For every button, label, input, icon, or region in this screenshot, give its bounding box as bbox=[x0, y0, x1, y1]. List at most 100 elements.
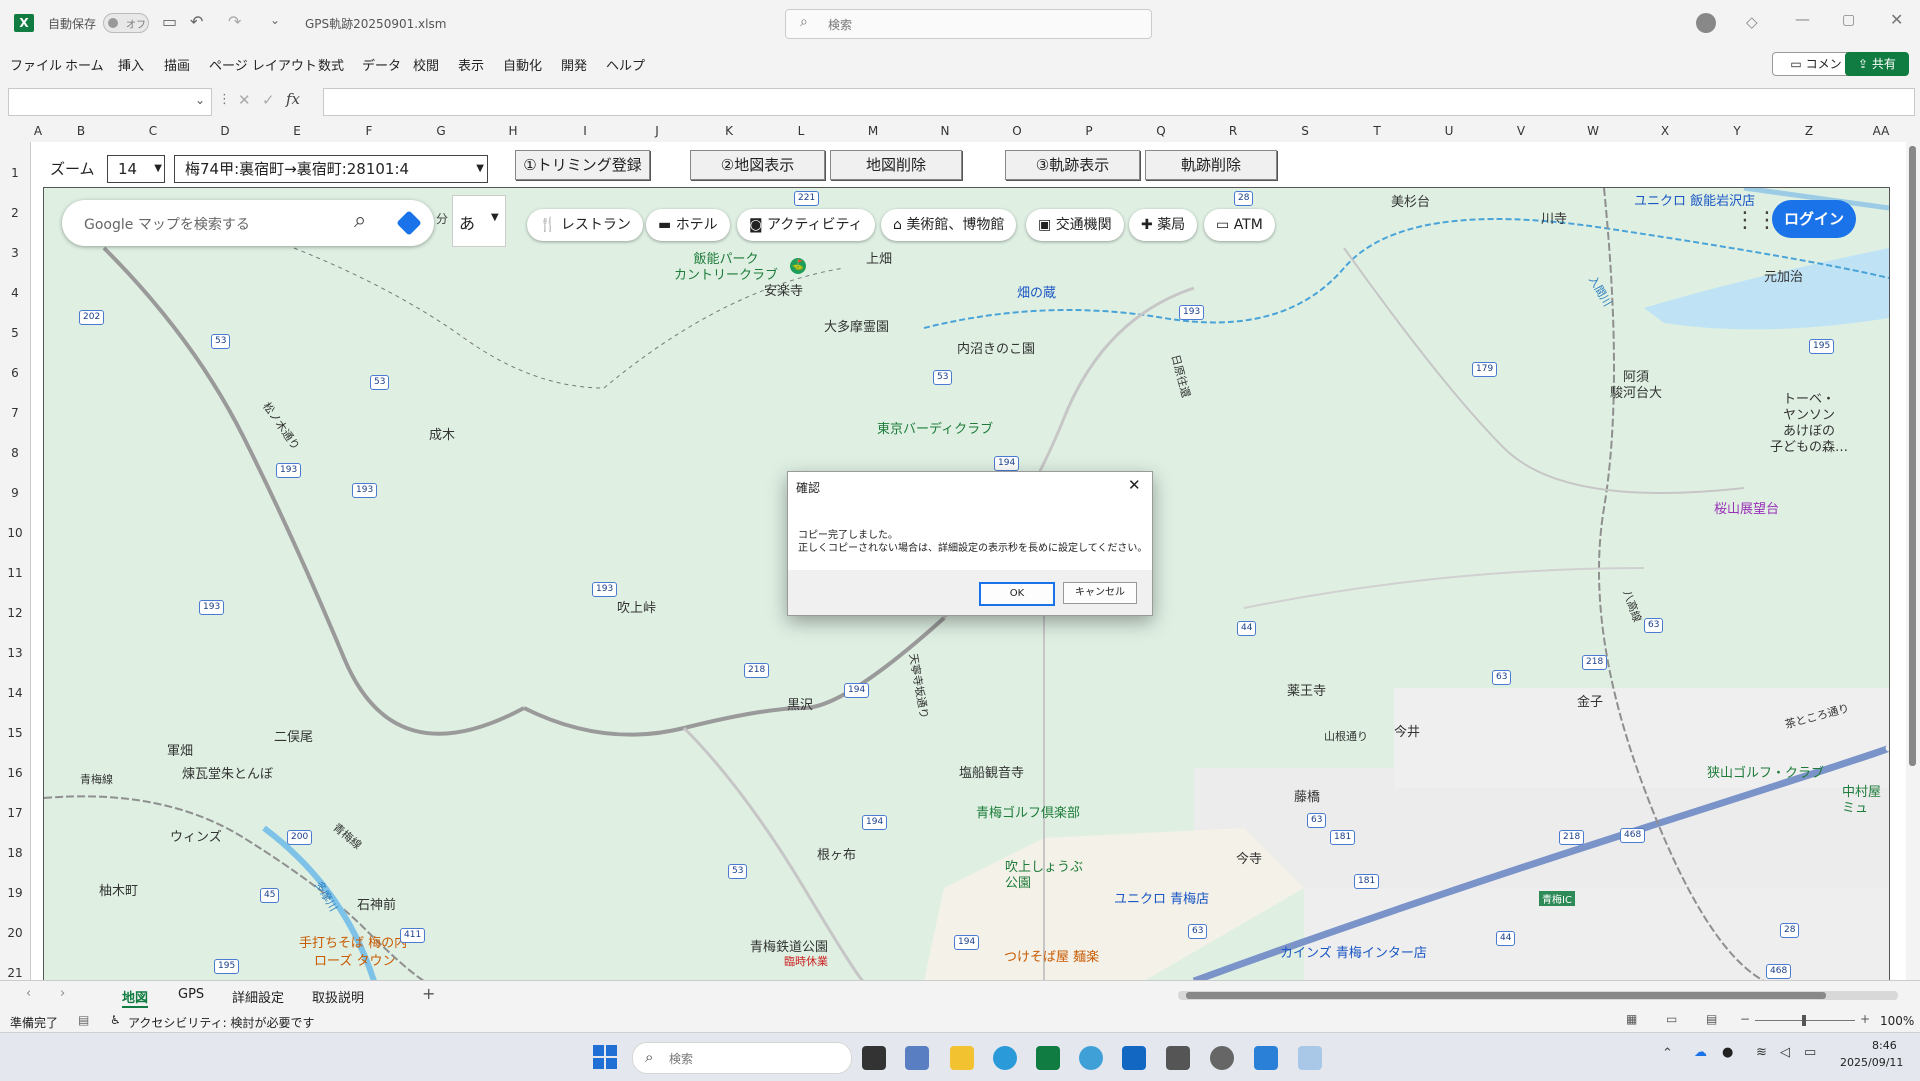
place-label[interactable]: 畑の蔵 bbox=[1017, 282, 1056, 301]
menu-file[interactable]: ファイル bbox=[10, 55, 62, 74]
zoom-in-icon[interactable]: + bbox=[1860, 1012, 1870, 1026]
place-label[interactable]: トーベ・ ヤンソン あけぼの 子どもの森… bbox=[1770, 392, 1848, 456]
place-label[interactable]: つけそば屋 麺楽 bbox=[1004, 946, 1099, 965]
horizontal-scroll-thumb[interactable] bbox=[1186, 992, 1826, 999]
place-label[interactable]: ウィンズ bbox=[170, 826, 222, 845]
zoom-out-icon[interactable]: − bbox=[1740, 1012, 1750, 1026]
undo-icon[interactable]: ↶ bbox=[190, 12, 203, 31]
tab-manual[interactable]: 取扱説明 bbox=[312, 987, 364, 1006]
row-header[interactable]: 11 bbox=[0, 566, 30, 580]
row-header[interactable]: 10 bbox=[0, 526, 30, 540]
col-header[interactable]: M bbox=[863, 124, 883, 138]
menu-home[interactable]: ホーム bbox=[65, 55, 104, 74]
tab-next-icon[interactable]: › bbox=[60, 986, 65, 1001]
autosave-toggle[interactable]: オフ bbox=[103, 13, 149, 33]
menu-view[interactable]: 表示 bbox=[458, 55, 484, 74]
name-box[interactable]: ⌄ bbox=[8, 88, 212, 116]
place-label[interactable]: 青梅ゴルフ倶楽部 bbox=[976, 802, 1080, 821]
vertical-scroll-thumb[interactable] bbox=[1909, 146, 1916, 766]
settings-gear-icon[interactable] bbox=[1210, 1046, 1234, 1070]
zoom-select[interactable]: 14 ▼ bbox=[107, 155, 165, 183]
col-header[interactable]: D bbox=[215, 124, 235, 138]
teams-icon[interactable] bbox=[905, 1046, 929, 1070]
col-header[interactable]: I bbox=[575, 124, 595, 138]
row-header[interactable]: 16 bbox=[0, 766, 30, 780]
row-header[interactable]: 12 bbox=[0, 606, 30, 620]
row-header[interactable]: 13 bbox=[0, 646, 30, 660]
col-header[interactable]: X bbox=[1655, 124, 1675, 138]
place-label[interactable]: 薬王寺 bbox=[1287, 680, 1326, 699]
track-show-button[interactable]: ③軌跡表示 bbox=[1005, 150, 1140, 180]
close-icon[interactable]: ✕ bbox=[1890, 10, 1903, 29]
edge-icon[interactable] bbox=[993, 1046, 1017, 1070]
menu-draw[interactable]: 描画 bbox=[164, 55, 190, 74]
close-icon[interactable]: ✕ bbox=[1128, 476, 1141, 494]
diamond-icon[interactable]: ◇ bbox=[1746, 13, 1758, 31]
volume-icon[interactable]: ◁ bbox=[1780, 1045, 1790, 1060]
file-name[interactable]: GPS軌跡20250901.xlsm bbox=[305, 15, 446, 32]
row-header[interactable]: 21 bbox=[0, 966, 30, 980]
outlook-icon[interactable] bbox=[1122, 1046, 1146, 1070]
clock-time[interactable]: 8:46 bbox=[1872, 1039, 1897, 1052]
col-header[interactable]: H bbox=[503, 124, 523, 138]
browser-icon[interactable] bbox=[1079, 1046, 1103, 1070]
row-header[interactable]: 7 bbox=[0, 406, 30, 420]
zoom-slider-thumb[interactable] bbox=[1802, 1015, 1806, 1026]
clock-date[interactable]: 2025/09/11 bbox=[1840, 1056, 1903, 1069]
place-label[interactable]: 吹上峠 bbox=[617, 597, 656, 616]
page-break-view-icon[interactable]: ▤ bbox=[1706, 1012, 1717, 1026]
col-header[interactable]: Z bbox=[1799, 124, 1819, 138]
confirm-entry-icon[interactable]: ✓ bbox=[262, 91, 275, 109]
row-header[interactable]: 4 bbox=[0, 286, 30, 300]
row-header[interactable]: 3 bbox=[0, 246, 30, 260]
place-label[interactable]: 吹上しょうぶ 公園 bbox=[1005, 860, 1083, 892]
menu-automate[interactable]: 自動化 bbox=[503, 55, 542, 74]
excel-taskbar-icon[interactable] bbox=[1036, 1046, 1060, 1070]
place-label[interactable]: 阿須 駿河台大 bbox=[1610, 370, 1662, 402]
share-button[interactable]: ⇪ 共有 bbox=[1845, 52, 1909, 76]
row-header[interactable]: 6 bbox=[0, 366, 30, 380]
row-header[interactable]: 14 bbox=[0, 686, 30, 700]
chip-atm[interactable]: ▭ ATM bbox=[1204, 209, 1275, 241]
ime-mode-box[interactable]: あ ▼ bbox=[452, 195, 506, 247]
col-header[interactable]: Q bbox=[1151, 124, 1171, 138]
zoom-level[interactable]: 100% bbox=[1880, 1014, 1914, 1028]
col-header[interactable]: P bbox=[1079, 124, 1099, 138]
chip-museum[interactable]: ⌂ 美術館、博物館 bbox=[881, 209, 1017, 241]
interchange-label[interactable]: 青梅IC bbox=[1539, 891, 1575, 906]
zoom-slider[interactable] bbox=[1755, 1015, 1855, 1026]
place-label[interactable]: 飯能パーク カントリークラブ bbox=[674, 252, 778, 284]
redo-icon[interactable]: ↷ bbox=[228, 12, 241, 31]
tab-advanced-settings[interactable]: 詳細設定 bbox=[232, 987, 284, 1006]
app-icon[interactable] bbox=[1298, 1046, 1322, 1070]
chip-hotel[interactable]: ▬ ホテル bbox=[646, 209, 730, 241]
map-delete-button[interactable]: 地図削除 bbox=[830, 150, 962, 180]
insert-function-icon[interactable]: fx bbox=[286, 90, 300, 108]
wifi-icon[interactable]: ≋ bbox=[1756, 1045, 1767, 1060]
row-header[interactable]: 18 bbox=[0, 846, 30, 860]
map-show-button[interactable]: ②地図表示 bbox=[690, 150, 825, 180]
place-label[interactable]: 内沼きのこ園 bbox=[957, 338, 1035, 357]
col-header[interactable]: L bbox=[791, 124, 811, 138]
horizontal-scrollbar[interactable] bbox=[1178, 991, 1898, 1000]
place-label[interactable]: カインズ 青梅インター店 bbox=[1280, 942, 1427, 961]
map-search-icon[interactable]: ⌕ bbox=[354, 208, 366, 233]
col-header[interactable]: AA bbox=[1871, 124, 1891, 138]
cancel-entry-icon[interactable]: ✕ bbox=[238, 91, 251, 109]
menu-review[interactable]: 校閲 bbox=[413, 55, 439, 74]
col-header[interactable]: W bbox=[1583, 124, 1603, 138]
place-label[interactable]: 中村屋 ミュ bbox=[1842, 785, 1881, 817]
tab-prev-icon[interactable]: ‹ bbox=[26, 986, 31, 1001]
normal-view-icon[interactable]: ▦ bbox=[1626, 1012, 1637, 1026]
col-header[interactable]: A bbox=[28, 124, 48, 138]
row-header[interactable]: 2 bbox=[0, 206, 30, 220]
row-header[interactable]: 8 bbox=[0, 446, 30, 460]
route-select[interactable]: 梅74甲:裏宿町→裏宿町:28101:4 ▼ bbox=[174, 155, 488, 183]
col-header[interactable]: R bbox=[1223, 124, 1243, 138]
col-header[interactable]: U bbox=[1439, 124, 1459, 138]
col-header[interactable]: T bbox=[1367, 124, 1387, 138]
place-label[interactable]: 桜山展望台 bbox=[1714, 498, 1779, 517]
ok-button[interactable]: OK bbox=[979, 582, 1055, 606]
task-view-icon[interactable] bbox=[862, 1046, 886, 1070]
add-sheet-button[interactable]: + bbox=[422, 984, 435, 1003]
